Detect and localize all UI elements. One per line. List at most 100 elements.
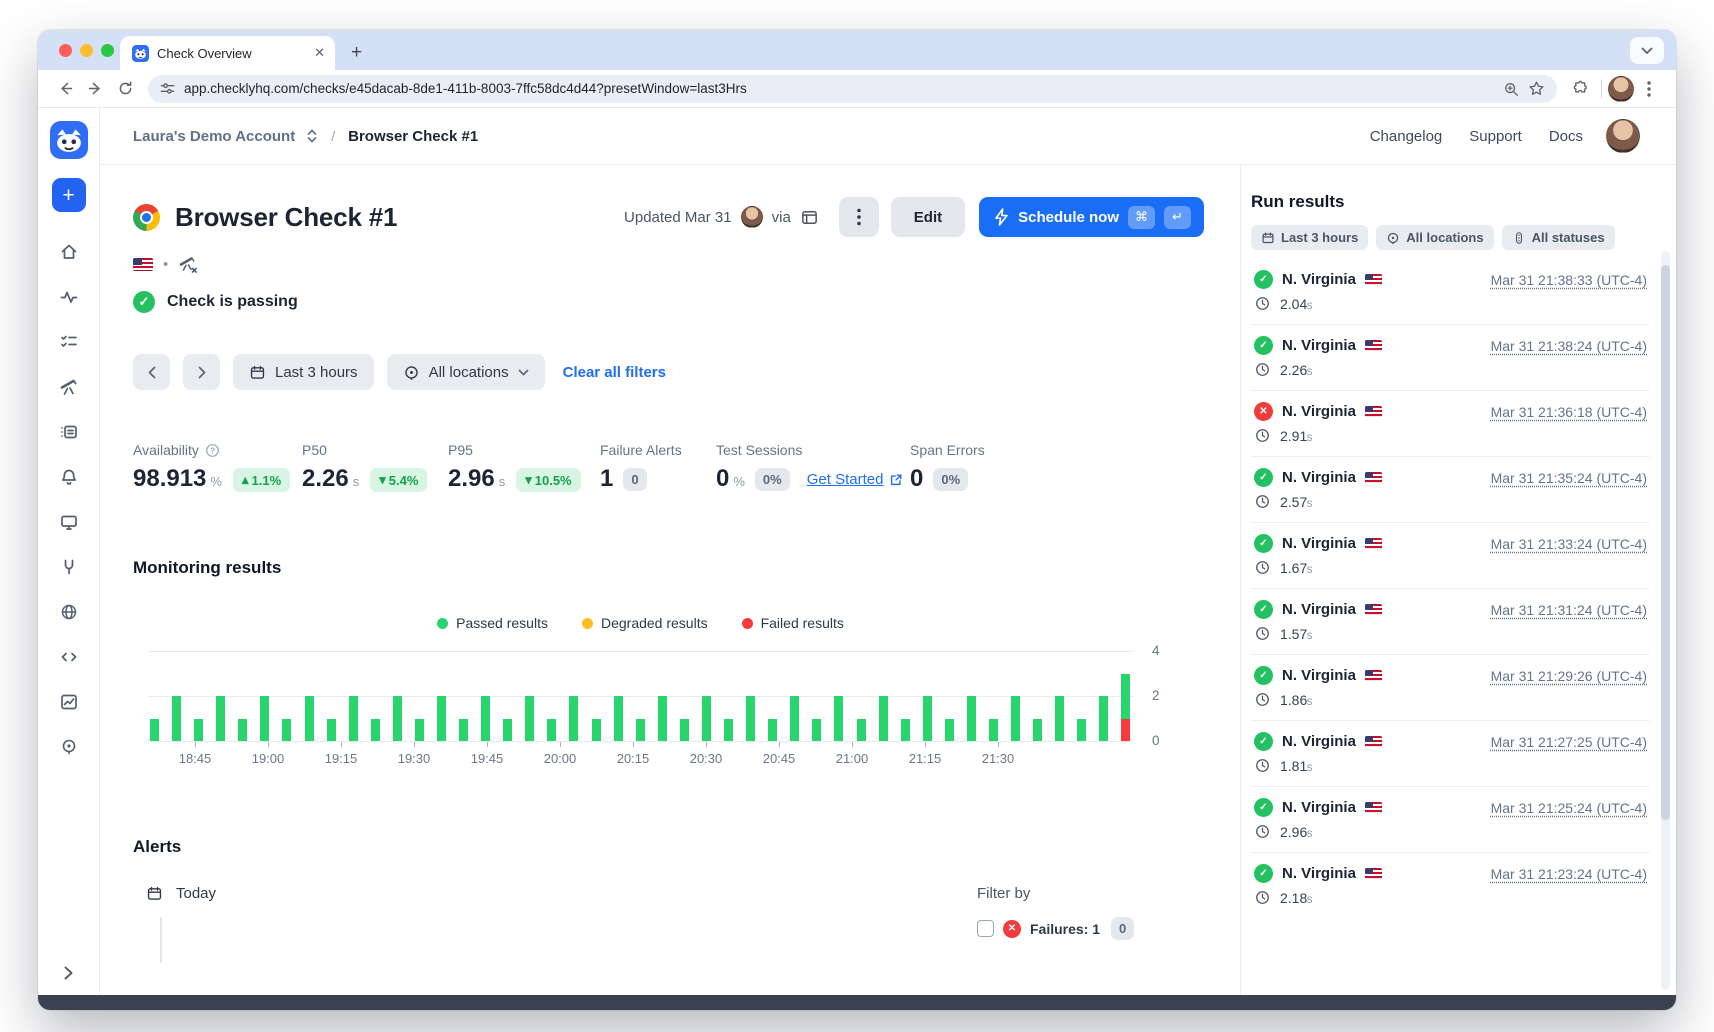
- run-timestamp-link[interactable]: Mar 31 21:31:24 (UTC-4): [1491, 602, 1647, 618]
- globe-icon: [59, 602, 79, 622]
- minimize-window-button[interactable]: [80, 44, 93, 57]
- new-tab-button[interactable]: +: [351, 43, 362, 63]
- x-axis-label: 21:30: [982, 751, 1015, 766]
- get-started-link[interactable]: Get Started: [807, 471, 904, 488]
- checkly-logo[interactable]: [50, 121, 88, 159]
- run-result-row[interactable]: ✓ N. Virginia Mar 31 21:38:24 (UTC-4) 2.…: [1251, 325, 1650, 391]
- browser-profile-avatar[interactable]: [1608, 76, 1634, 102]
- nav-docs[interactable]: Docs: [1549, 128, 1583, 145]
- back-button[interactable]: [50, 74, 80, 104]
- url-text[interactable]: app.checklyhq.com/checks/e45dacab-8de1-4…: [184, 81, 1494, 96]
- x-axis-label: 19:30: [398, 751, 431, 766]
- filter-badge-time[interactable]: Last 3 hours: [1251, 225, 1368, 250]
- bookmark-star-icon[interactable]: [1528, 80, 1545, 97]
- tab-close-icon[interactable]: ✕: [314, 45, 325, 61]
- sidebar-item-runtimes[interactable]: [49, 634, 89, 679]
- run-timestamp-link[interactable]: Mar 31 21:29:26 (UTC-4): [1491, 668, 1647, 684]
- zoom-page-icon[interactable]: [1503, 81, 1519, 97]
- run-location: N. Virginia: [1282, 469, 1356, 486]
- list-box-icon: [59, 422, 79, 442]
- sidebar-item-home[interactable]: [49, 229, 89, 274]
- run-result-row[interactable]: ✓ N. Virginia Mar 31 21:25:24 (UTC-4) 2.…: [1251, 787, 1650, 853]
- time-range-filter[interactable]: Last 3 hours: [233, 354, 374, 390]
- run-location: N. Virginia: [1282, 733, 1356, 750]
- chart-bar: [746, 696, 755, 741]
- alerts-section: Alerts Today Filter by ✕ Failures: 1: [133, 837, 1240, 987]
- kebab-menu-icon: [1647, 81, 1651, 97]
- chart-bar: [989, 719, 998, 742]
- sidebar-item-locations[interactable]: [49, 724, 89, 769]
- sidebar-item-browser-checks[interactable]: [49, 499, 89, 544]
- scrollbar-thumb[interactable]: [1661, 265, 1670, 820]
- sidebar-item-dashboards[interactable]: [49, 409, 89, 454]
- next-period-button[interactable]: [183, 354, 220, 390]
- forward-button[interactable]: [80, 74, 110, 104]
- sidebar-expand-button[interactable]: [64, 966, 73, 980]
- tab-search-button[interactable]: [1630, 37, 1664, 64]
- run-status-icon: ✓: [1254, 600, 1273, 619]
- nav-changelog[interactable]: Changelog: [1370, 128, 1443, 145]
- chart-bar: [901, 719, 910, 742]
- sidebar-item-analytics[interactable]: [49, 679, 89, 724]
- run-timestamp-link[interactable]: Mar 31 21:38:24 (UTC-4): [1491, 338, 1647, 354]
- more-actions-button[interactable]: [839, 197, 879, 237]
- account-switcher[interactable]: [305, 128, 319, 144]
- browser-menu-button[interactable]: [1634, 74, 1664, 104]
- help-icon[interactable]: ?: [205, 443, 220, 458]
- run-timestamp-link[interactable]: Mar 31 21:33:24 (UTC-4): [1491, 536, 1647, 552]
- stats-row: Availability ? 98.913 % ▴1.1% P50: [133, 442, 1240, 494]
- sidebar-item-explore[interactable]: [49, 364, 89, 409]
- user-avatar[interactable]: [1606, 119, 1640, 153]
- sidebar-item-monitoring[interactable]: [49, 274, 89, 319]
- run-timestamp-link[interactable]: Mar 31 21:23:24 (UTC-4): [1491, 866, 1647, 882]
- close-window-button[interactable]: [59, 44, 72, 57]
- sidebar-item-alerts[interactable]: [49, 454, 89, 499]
- run-result-row[interactable]: ✓ N. Virginia Mar 31 21:27:25 (UTC-4) 1.…: [1251, 721, 1650, 787]
- previous-period-button[interactable]: [133, 354, 170, 390]
- sidebar-item-checks[interactable]: [49, 319, 89, 364]
- nav-support[interactable]: Support: [1469, 128, 1522, 145]
- schedule-now-button[interactable]: Schedule now ⌘ ↵: [979, 197, 1204, 237]
- run-timestamp-link[interactable]: Mar 31 21:27:25 (UTC-4): [1491, 734, 1647, 750]
- site-settings-icon[interactable]: [160, 81, 175, 96]
- updated-by-avatar[interactable]: [741, 206, 763, 228]
- run-result-row[interactable]: ✓ N. Virginia Mar 31 21:31:24 (UTC-4) 1.…: [1251, 589, 1650, 655]
- us-flag-icon: [1365, 538, 1382, 549]
- run-status-icon: ✓: [1254, 468, 1273, 487]
- zoom-window-button[interactable]: [101, 44, 114, 57]
- browser-window-icon: [800, 208, 819, 227]
- run-timestamp-link[interactable]: Mar 31 21:38:33 (UTC-4): [1491, 272, 1647, 288]
- chart-bar: [305, 696, 314, 741]
- browser-tab[interactable]: Check Overview ✕: [120, 36, 335, 70]
- locations-label: All locations: [429, 364, 509, 381]
- bell-icon: [59, 467, 79, 487]
- sidebar-item-maintenance[interactable]: [49, 544, 89, 589]
- filter-badge-locations[interactable]: All locations: [1376, 225, 1493, 250]
- url-bar[interactable]: app.checklyhq.com/checks/e45dacab-8de1-4…: [148, 75, 1557, 103]
- run-result-row[interactable]: ✓ N. Virginia Mar 31 21:33:24 (UTC-4) 1.…: [1251, 523, 1650, 589]
- filter-badge-statuses[interactable]: All statuses: [1502, 225, 1615, 250]
- breadcrumb-account[interactable]: Laura's Demo Account: [133, 128, 295, 145]
- clear-all-filters-link[interactable]: Clear all filters: [563, 364, 666, 381]
- run-timestamp-link[interactable]: Mar 31 21:36:18 (UTC-4): [1491, 404, 1647, 420]
- create-new-button[interactable]: +: [52, 178, 86, 212]
- locations-filter[interactable]: All locations: [387, 354, 545, 390]
- run-result-row[interactable]: ✓ N. Virginia Mar 31 21:38:33 (UTC-4) 2.…: [1251, 259, 1650, 325]
- run-timestamp-link[interactable]: Mar 31 21:25:24 (UTC-4): [1491, 800, 1647, 816]
- run-timestamp-link[interactable]: Mar 31 21:35:24 (UTC-4): [1491, 470, 1647, 486]
- run-result-row[interactable]: ✓ N. Virginia Mar 31 21:23:24 (UTC-4) 2.…: [1251, 853, 1650, 918]
- location-pin-icon: [403, 364, 420, 381]
- run-status-icon: ✓: [1254, 798, 1273, 817]
- failure-x-icon: ✕: [1003, 920, 1021, 938]
- stat-unit: %: [210, 474, 222, 489]
- up-down-chevrons-icon: [305, 128, 319, 144]
- failures-checkbox[interactable]: [977, 920, 994, 937]
- sidebar-item-private-locations[interactable]: [49, 589, 89, 634]
- run-result-row[interactable]: ✓ N. Virginia Mar 31 21:35:24 (UTC-4) 2.…: [1251, 457, 1650, 523]
- extensions-button[interactable]: [1565, 74, 1595, 104]
- x-axis-label: 21:00: [836, 751, 869, 766]
- run-result-row[interactable]: ✕ N. Virginia Mar 31 21:36:18 (UTC-4) 2.…: [1251, 391, 1650, 457]
- run-result-row[interactable]: ✓ N. Virginia Mar 31 21:29:26 (UTC-4) 1.…: [1251, 655, 1650, 721]
- reload-button[interactable]: [110, 74, 140, 104]
- edit-button[interactable]: Edit: [891, 197, 965, 237]
